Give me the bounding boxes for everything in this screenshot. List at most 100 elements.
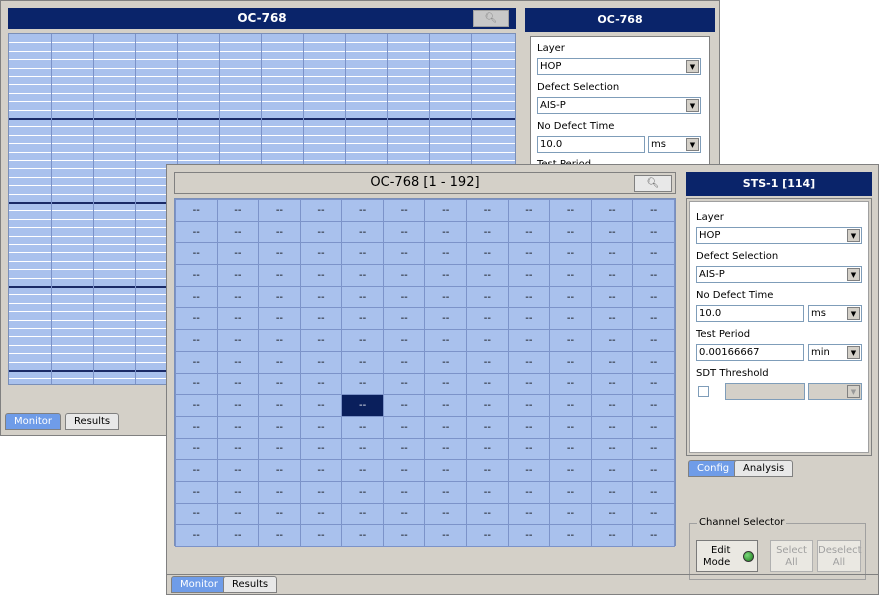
channel-cell[interactable]: -- [175,415,218,439]
no-defect-unit-select[interactable]: ms ▼ [648,136,701,153]
channel-cell[interactable]: -- [590,199,634,222]
channel-cell[interactable]: -- [299,242,343,266]
channel-cell[interactable]: -- [507,437,551,461]
tab-analysis[interactable]: Analysis [734,460,794,477]
channel-cell[interactable]: -- [216,394,260,417]
zoom-button[interactable]: 🔍︎ [634,175,672,192]
channel-cell[interactable]: -- [632,350,675,374]
channel-cell[interactable]: -- [216,502,260,526]
channel-cell[interactable]: -- [258,329,301,352]
channel-cell[interactable]: -- [216,480,260,504]
channel-cell[interactable]: -- [216,524,260,547]
channel-cell[interactable]: -- [382,502,426,526]
channel-cell[interactable]: -- [299,285,343,309]
sdt-checkbox[interactable] [698,386,709,397]
channel-cell[interactable]: -- [507,285,551,309]
channel-cell[interactable]: -- [382,350,426,374]
channel-cell[interactable]: -- [507,264,551,287]
channel-cell[interactable]: -- [216,242,260,266]
channel-cell[interactable]: -- [341,459,384,482]
channel-cell[interactable]: -- [299,437,343,461]
channel-cell[interactable]: -- [341,264,384,287]
channel-cell[interactable]: -- [175,459,218,482]
channel-cell[interactable]: -- [507,502,551,526]
defect-select[interactable]: AIS-P ▼ [696,266,862,283]
channel-cell[interactable]: -- [341,242,384,266]
channel-cell[interactable]: -- [216,285,260,309]
tab-config[interactable]: Config [688,460,739,477]
channel-cell[interactable]: -- [258,350,301,374]
channel-cell[interactable]: -- [299,394,343,417]
sdt-unit-select[interactable]: ▼ [808,383,862,400]
channel-cell[interactable]: -- [424,415,468,439]
channel-cell[interactable]: -- [299,459,343,482]
channel-cell[interactable]: -- [299,480,343,504]
channel-cell[interactable]: -- [258,480,301,504]
channel-cell[interactable]: -- [424,220,468,244]
channel-cell[interactable]: -- [216,199,260,222]
channel-cell[interactable]: -- [590,415,634,439]
channel-cell[interactable]: -- [466,415,509,439]
channel-cell[interactable]: -- [175,264,218,287]
back-tab-results[interactable]: Results [65,413,120,430]
channel-cell[interactable]: -- [175,480,218,504]
channel-cell[interactable]: -- [507,524,551,547]
channel-cell[interactable]: -- [216,372,260,396]
channel-cell[interactable]: -- [549,459,592,482]
channel-cell[interactable]: -- [258,372,301,396]
channel-cell[interactable]: -- [299,264,343,287]
channel-cell[interactable]: -- [175,329,218,352]
channel-cell[interactable]: -- [341,329,384,352]
channel-cell[interactable]: -- [382,307,426,331]
channel-cell[interactable]: -- [341,480,384,504]
channel-cell[interactable]: -- [175,502,218,526]
channel-cell[interactable]: -- [632,437,675,461]
no-defect-unit-select[interactable]: ms ▼ [808,305,862,322]
sdt-input[interactable] [725,383,805,400]
channel-cell[interactable]: -- [466,264,509,287]
channel-cell[interactable]: -- [382,242,426,266]
channel-cell[interactable]: -- [466,307,509,331]
channel-cell[interactable]: -- [258,502,301,526]
channel-cell[interactable]: -- [632,459,675,482]
channel-cell[interactable]: -- [549,480,592,504]
channel-cell[interactable]: -- [632,329,675,352]
channel-cell[interactable]: -- [466,437,509,461]
channel-cell[interactable]: -- [632,307,675,331]
channel-cell[interactable]: -- [632,199,675,222]
channel-cell[interactable]: -- [507,415,551,439]
channel-cell[interactable]: -- [382,199,426,222]
channel-cell[interactable]: -- [632,220,675,244]
channel-cell[interactable]: -- [341,350,384,374]
channel-cell[interactable]: -- [382,415,426,439]
channel-cell[interactable]: -- [341,394,384,417]
channel-cell[interactable]: -- [216,437,260,461]
channel-cell[interactable]: -- [632,285,675,309]
channel-cell[interactable]: -- [632,524,675,547]
channel-cell[interactable]: -- [175,524,218,547]
channel-cell[interactable]: -- [424,285,468,309]
channel-cell[interactable]: -- [590,372,634,396]
tab-monitor[interactable]: Monitor [171,576,228,593]
channel-cell[interactable]: -- [549,264,592,287]
back-zoom-button[interactable]: 🔍︎ [473,10,509,27]
channel-cell[interactable]: -- [299,199,343,222]
channel-cell[interactable]: -- [258,524,301,547]
channel-cell[interactable]: -- [466,220,509,244]
channel-cell[interactable]: -- [299,524,343,547]
channel-cell[interactable]: -- [258,415,301,439]
channel-cell[interactable]: -- [424,480,468,504]
channel-cell[interactable]: -- [424,372,468,396]
channel-cell[interactable]: -- [299,350,343,374]
channel-cell[interactable]: -- [341,199,384,222]
channel-cell[interactable]: -- [632,480,675,504]
no-defect-input[interactable]: 10.0 [537,136,645,153]
channel-cell[interactable]: -- [341,502,384,526]
channel-cell[interactable]: -- [549,242,592,266]
channel-cell[interactable]: -- [590,502,634,526]
channel-cell[interactable]: -- [507,199,551,222]
channel-cell[interactable]: -- [382,459,426,482]
channel-cell[interactable]: -- [632,242,675,266]
channel-cell[interactable]: -- [216,307,260,331]
channel-cell[interactable]: -- [549,350,592,374]
